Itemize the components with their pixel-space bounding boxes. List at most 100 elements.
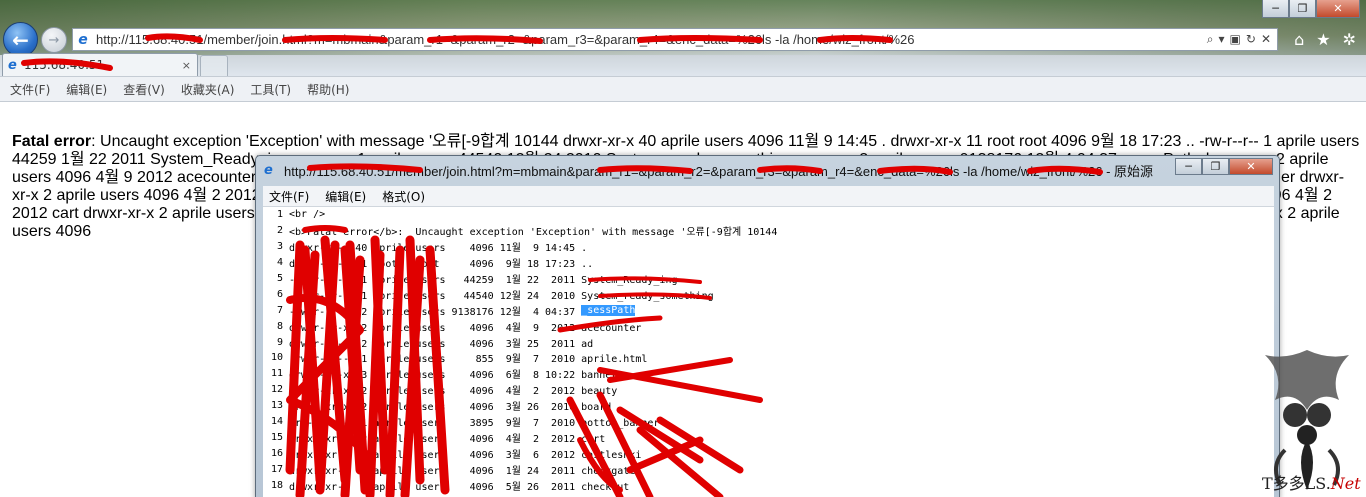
source-line-text: drwxr-xr-x 2 aprile users 4096 4월 2 2012…: [289, 433, 606, 445]
source-line: 11 drwxr-xr-x 3 aprile users 4096 6월 8 10…: [263, 366, 1274, 382]
view-source-window: e http://115.68.40.51/member/join.html?m…: [255, 155, 1280, 497]
forward-button[interactable]: →: [41, 27, 67, 53]
source-line: 3 drwxr-xr-x 40 aprile users 4096 11월 9 1…: [263, 239, 1274, 255]
source-line-text: drwxr-xr-x 2 aprile users 4096 4월 9 2012…: [289, 322, 642, 334]
watermark-prefix: T多多LS.: [1262, 474, 1331, 493]
favorites-star-icon[interactable]: ★: [1316, 30, 1330, 49]
refresh-icon[interactable]: ↻: [1246, 32, 1256, 47]
tab-active[interactable]: e 115.68.40.51 ×: [2, 53, 198, 76]
ie-page-icon: e: [78, 31, 88, 48]
forward-arrow-icon: →: [48, 32, 60, 48]
source-line: 9 drwxr-xr-x 2 aprile users 4096 3월 25 20…: [263, 334, 1274, 350]
source-line-number: 16: [270, 447, 283, 459]
menu-file[interactable]: 文件(F): [10, 81, 50, 98]
source-line-number: 15: [270, 431, 283, 443]
tab-close-icon[interactable]: ×: [182, 59, 197, 72]
source-line: 10 -rw-r--r-- 1 aprile users 855 9월 7 201…: [263, 350, 1274, 366]
source-line-text: drwxr-xr-x 3 aprile users 4096 6월 8 10:2…: [289, 370, 618, 382]
source-line: 18 drwxr-xr-x 2 aprile users 4096 5월 26 2…: [263, 477, 1274, 493]
source-line: 6 -rw-r--r-- 1 aprile users 44540 12월 24 …: [263, 286, 1274, 302]
source-line-number: 2: [276, 225, 283, 237]
compatibility-view-icon[interactable]: ▣: [1230, 32, 1241, 47]
address-bar[interactable]: e http://115.68.40.51/member/join.html?m…: [72, 28, 1278, 51]
browser-chrome: ─ ❐ ✕ ← → e http://115.68.40.51/member/j…: [0, 0, 1366, 102]
source-line-number: 5: [276, 273, 283, 284]
source-line-number: 6: [276, 288, 283, 300]
watermark-text: T多多LS.Net: [1262, 470, 1361, 494]
menu-help[interactable]: 帮助(H): [307, 81, 349, 98]
source-line-text: -rw-r--r-- 1 aprile users 855 9월 7 2010 …: [289, 354, 648, 366]
dropdown-arrow-icon[interactable]: ▾: [1219, 32, 1225, 47]
source-line-text: -rw-r--r-- 2 aprile users 9138176 12월 4 …: [289, 306, 582, 318]
source-line: 1 <br />: [263, 207, 1274, 223]
error-label: Fatal error: [12, 133, 92, 150]
source-minimize-button[interactable]: ─: [1175, 158, 1202, 175]
maximize-button[interactable]: ❐: [1289, 0, 1316, 18]
source-line-number: 10: [270, 352, 283, 364]
source-window-titlebar[interactable]: e http://115.68.40.51/member/join.html?m…: [256, 156, 1279, 184]
source-line-number: 7: [276, 304, 283, 316]
source-line-text: <b>Fatal error</b>: Uncaught exception '…: [289, 227, 778, 239]
source-line: 8 drwxr-xr-x 2 aprile users 4096 4월 9 201…: [263, 318, 1274, 334]
selected-text-highlight[interactable]: _sessPath: [581, 304, 636, 316]
source-line-number: 4: [276, 257, 283, 269]
watermark-suffix: Net: [1330, 474, 1361, 493]
home-icon[interactable]: ⌂: [1294, 30, 1304, 49]
menu-tools[interactable]: 工具(T): [250, 81, 291, 98]
source-line-number: 3: [276, 241, 283, 253]
address-input[interactable]: http://115.68.40.51/member/join.html?m=m…: [93, 32, 1207, 47]
source-maximize-button[interactable]: ❐: [1202, 158, 1229, 175]
source-line-text: -rw-r--r-- 1 aprile users 44259 1월 22 20…: [289, 275, 678, 286]
source-line-text: -rw-r--r-- 1 aprile users 3895 9월 7 2010…: [289, 418, 660, 430]
source-line: 16 drwxr-xr-x 2 aprile users 4096 3월 6 20…: [263, 445, 1274, 461]
source-line-number: 8: [276, 320, 283, 332]
source-line-text: drwxr-xr-x 11 root root 4096 9월 18 17:23…: [289, 259, 594, 271]
source-window-title: http://115.68.40.51/member/join.html?m=m…: [284, 163, 1154, 179]
source-window-controls: ─ ❐ ✕: [1175, 158, 1273, 175]
source-menu-bar: 文件(F) 编辑(E) 格式(O): [263, 186, 1274, 207]
stop-icon[interactable]: ✕: [1261, 32, 1271, 47]
source-menu-file[interactable]: 文件(F): [269, 188, 309, 205]
source-line: 2 <b>Fatal error</b>: Uncaught exception …: [263, 223, 1274, 239]
source-line-text: drwxr-xr-x 2 aprile users 4096 5월 26 201…: [289, 481, 630, 493]
source-line: 4 drwxr-xr-x 11 root root 4096 9월 18 17:2…: [263, 255, 1274, 271]
tab-title: 115.68.40.51: [24, 58, 105, 72]
source-line-text: drwxr-xr-x 2 aprile users 4096 1월 24 201…: [289, 465, 636, 477]
source-menu-edit[interactable]: 编辑(E): [325, 188, 366, 205]
source-line-number: 12: [270, 384, 283, 396]
source-line: 17 drwxr-xr-x 2 aprile users 4096 1월 24 2…: [263, 461, 1274, 477]
menu-bar: 文件(F) 编辑(E) 查看(V) 收藏夹(A) 工具(T) 帮助(H): [0, 76, 1366, 102]
source-close-button[interactable]: ✕: [1229, 158, 1273, 175]
window-controls: ─ ❐ ✕: [1262, 0, 1360, 18]
back-arrow-icon: ←: [12, 27, 29, 52]
source-line-number: 11: [270, 368, 283, 380]
source-line-number: 13: [270, 400, 283, 412]
source-line-text: drwxr-xr-x 2 aprile users 4096 3월 25 201…: [289, 338, 594, 350]
source-line: 13 drwxr-xr-x 2 aprile users 4096 3월 26 2…: [263, 398, 1274, 414]
source-line-number: 9: [276, 336, 283, 348]
menu-view[interactable]: 查看(V): [123, 81, 165, 98]
source-code-area[interactable]: 1 <br /> 2 <b>Fatal error</b>: Uncaught exc…: [263, 207, 1274, 497]
source-line: 7 -rw-r--r-- 2 aprile users 9138176 12월 4…: [263, 302, 1274, 318]
source-line: 15 drwxr-xr-x 2 aprile users 4096 4월 2 20…: [263, 429, 1274, 445]
menu-favorites[interactable]: 收藏夹(A): [181, 81, 235, 98]
source-line-text: drwxr-xr-x 2 aprile users 4096 4월 2 2012…: [289, 386, 618, 398]
tab-strip: e 115.68.40.51 ×: [0, 53, 1366, 76]
source-line-number: 17: [270, 463, 283, 475]
source-line-text: drwxr-xr-x 2 aprile users 4096 3월 6 2012…: [289, 449, 642, 461]
back-button[interactable]: ←: [3, 22, 38, 57]
menu-edit[interactable]: 编辑(E): [66, 81, 107, 98]
new-tab-button[interactable]: [200, 55, 228, 76]
source-line: 14 -rw-r--r-- 1 aprile users 3895 9월 7 20…: [263, 414, 1274, 430]
source-lines: 1 <br /> 2 <b>Fatal error</b>: Uncaught exc…: [263, 207, 1274, 493]
source-menu-format[interactable]: 格式(O): [382, 188, 425, 205]
source-line-text: <br />: [289, 209, 326, 221]
search-icon[interactable]: ⌕: [1207, 32, 1214, 47]
source-line-text: drwxr-xr-x 2 aprile users 4096 3월 26 201…: [289, 402, 612, 414]
close-button[interactable]: ✕: [1316, 0, 1360, 18]
minimize-button[interactable]: ─: [1262, 0, 1289, 18]
settings-gear-icon[interactable]: ✲: [1343, 30, 1356, 49]
source-line-text: -rw-r--r-- 1 aprile users 44540 12월 24 2…: [289, 290, 714, 302]
ie-tab-icon: e: [8, 57, 17, 73]
source-line: 5 -rw-r--r-- 1 aprile users 44259 1월 22 2…: [263, 271, 1274, 287]
